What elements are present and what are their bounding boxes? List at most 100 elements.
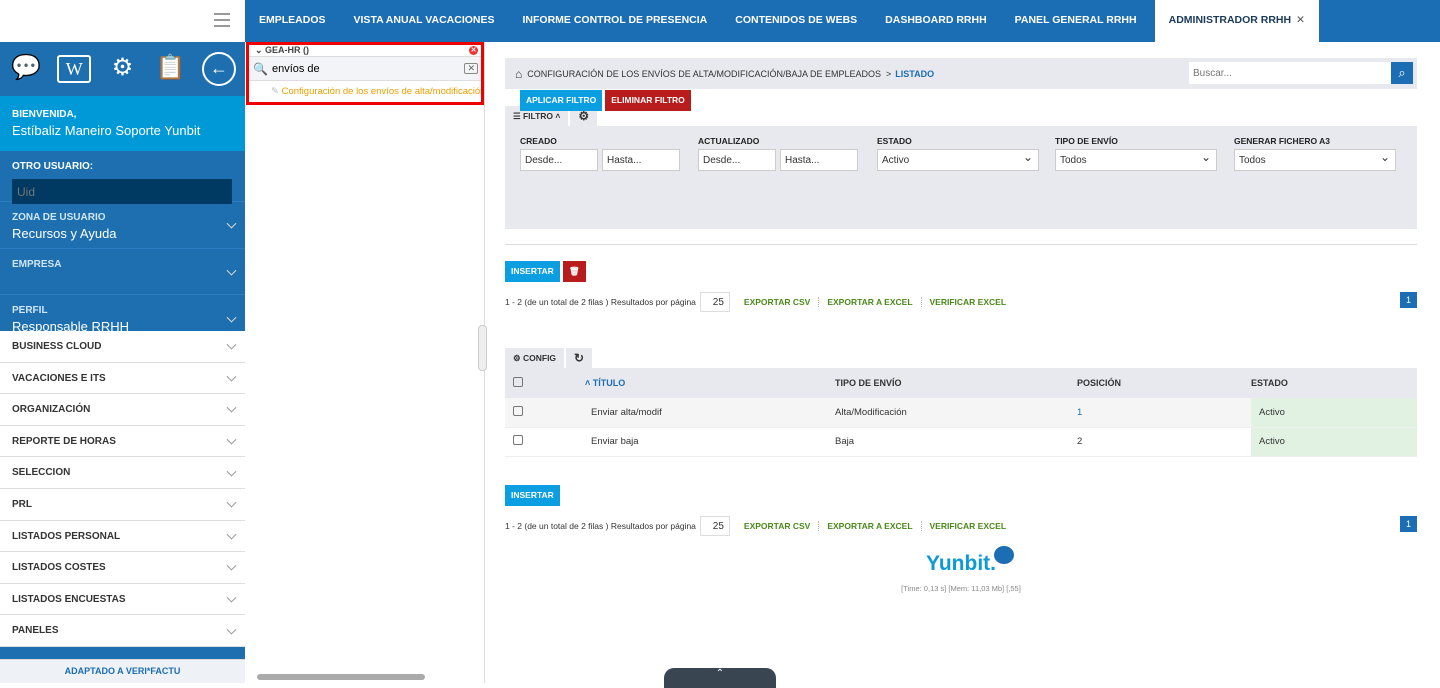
group-header[interactable]: ⌄ GEA-HR () ✕: [249, 45, 481, 57]
fichero-a3-select[interactable]: Todos: [1234, 149, 1396, 171]
clear-search-icon[interactable]: ✕: [464, 63, 478, 74]
select-all-checkbox[interactable]: [513, 377, 523, 387]
menu-organizacion[interactable]: ORGANIZACIÓN: [0, 394, 245, 426]
col-posicion[interactable]: POSICIÓN: [1077, 368, 1251, 398]
cell-posicion: 2: [1077, 427, 1251, 457]
creado-hasta-input[interactable]: Hasta...: [602, 149, 680, 171]
edit-icon: ✎: [271, 86, 282, 97]
page-1-button[interactable]: 1: [1400, 515, 1417, 532]
table-header: ˄ TÍTULO TIPO DE ENVÍO POSICIÓN ESTADO: [505, 368, 1417, 398]
wiki-icon[interactable]: W: [57, 55, 92, 83]
col-estado[interactable]: ESTADO: [1251, 368, 1417, 398]
refresh-button[interactable]: ↻: [566, 348, 593, 368]
actualizado-hasta-input[interactable]: Hasta...: [780, 149, 858, 171]
menu-prl[interactable]: PRL: [0, 489, 245, 521]
zona-usuario-selector[interactable]: ZONA DE USUARIO Recursos y Ayuda: [0, 202, 245, 249]
home-icon[interactable]: ⌂: [515, 67, 522, 81]
verify-excel-link[interactable]: VERIFICAR EXCEL: [920, 520, 1015, 531]
user-settings-icon[interactable]: ⚙: [105, 52, 139, 86]
bottom-drawer-toggle[interactable]: ⌃: [664, 668, 776, 688]
refresh-icon: ↻: [574, 351, 585, 365]
per-page-input[interactable]: 25: [699, 292, 730, 312]
panel-resize-handle[interactable]: [478, 325, 487, 371]
logo-text: Yunbit.: [926, 552, 996, 575]
uid-input[interactable]: [12, 179, 232, 204]
table-row[interactable]: Enviar alta/modif Alta/Modificación 1 Ac…: [505, 398, 1417, 428]
remove-filter-button[interactable]: ELIMINAR FILTRO: [605, 90, 691, 111]
chevron-down-icon: [226, 561, 237, 572]
tab-administrador-rrhh[interactable]: ADMINISTRADOR RRHH ✕: [1154, 0, 1319, 42]
horizontal-scrollbar[interactable]: [245, 673, 483, 681]
menu-listados-encuestas[interactable]: LISTADOS ENCUESTAS: [0, 584, 245, 616]
cell-estado: Activo: [1251, 398, 1417, 428]
search-result-link[interactable]: ✎ Configuración de los envíos de alta/mo…: [249, 81, 481, 97]
export-excel-link[interactable]: EXPORTAR A EXCEL: [818, 297, 920, 307]
empresa-selector[interactable]: EMPRESA: [0, 249, 245, 295]
table-row[interactable]: Enviar baja Baja 2 Activo: [505, 427, 1417, 457]
chevron-down-icon: [226, 624, 237, 635]
tipo-envio-select[interactable]: Todos: [1055, 149, 1217, 171]
creado-desde-input[interactable]: Desde...: [520, 149, 598, 171]
empresa-label: EMPRESA: [12, 259, 62, 270]
filter-icon: ☰: [513, 111, 523, 121]
menu-listados-personal[interactable]: LISTADOS PERSONAL: [0, 521, 245, 553]
close-tab-icon[interactable]: ✕: [1296, 14, 1305, 26]
menu-label: LISTADOS ENCUESTAS: [12, 593, 126, 605]
per-page-input[interactable]: 25: [699, 515, 730, 536]
verifactu-link[interactable]: ADAPTADO A VERI*FACTU: [0, 659, 245, 683]
chat-icon[interactable]: 💬: [9, 52, 43, 86]
col-titulo[interactable]: ˄ TÍTULO: [585, 368, 835, 398]
actualizado-desde-input[interactable]: Desde...: [698, 149, 776, 171]
row-checkbox[interactable]: [513, 405, 523, 416]
export-excel-link[interactable]: EXPORTAR A EXCEL: [818, 520, 920, 531]
search-button[interactable]: ⌕: [1391, 62, 1413, 84]
tab-dashboard-rrhh[interactable]: DASHBOARD RRHH: [871, 0, 1001, 42]
estado-label: ESTADO: [877, 136, 912, 146]
chevron-down-icon: [226, 371, 237, 382]
export-csv-link[interactable]: EXPORTAR CSV: [736, 521, 818, 531]
hamburger-menu-icon[interactable]: [214, 13, 230, 27]
breadcrumb-path[interactable]: CONFIGURACIÓN DE LOS ENVÍOS DE ALTA/MODI…: [527, 69, 881, 79]
menu-label: LISTADOS COSTES: [12, 562, 106, 574]
page-1-button[interactable]: 1: [1400, 292, 1417, 308]
menu-search-input[interactable]: [271, 62, 462, 75]
menu-label: PRL: [12, 498, 32, 510]
search-input[interactable]: [1189, 62, 1391, 84]
delete-button[interactable]: 🗑: [562, 261, 586, 282]
chevron-down-icon: [226, 529, 237, 540]
zona-value: Recursos y Ayuda: [12, 226, 117, 241]
tab-contenidos-webs[interactable]: CONTENIDOS DE WEBS: [721, 0, 871, 42]
menu-seleccion[interactable]: SELECCION: [0, 457, 245, 489]
apply-filter-button[interactable]: APLICAR FILTRO: [520, 90, 603, 111]
welcome-label: BIENVENIDA,: [12, 109, 77, 120]
chevron-down-icon: [226, 592, 237, 603]
menu-label: REPORTE DE HORAS: [12, 435, 116, 447]
export-csv-link[interactable]: EXPORTAR CSV: [736, 297, 818, 307]
tab-panel-general-rrhh[interactable]: PANEL GENERAL RRHH: [1001, 0, 1151, 42]
logo-area: [0, 0, 245, 42]
verify-excel-link[interactable]: VERIFICAR EXCEL: [920, 297, 1015, 307]
insert-button-bottom[interactable]: INSERTAR: [505, 484, 560, 506]
menu-paneles[interactable]: PANELES: [0, 615, 245, 647]
insert-button[interactable]: INSERTAR: [505, 261, 560, 282]
top-navbar: EMPLEADOS VISTA ANUAL VACACIONES INFORME…: [0, 0, 1440, 42]
close-icon[interactable]: ✕: [469, 46, 478, 55]
cell-estado: Activo: [1251, 427, 1417, 457]
menu-label: PANELES: [12, 625, 59, 637]
col-tipo-envio[interactable]: TIPO DE ENVÍO: [835, 368, 1077, 398]
estado-select[interactable]: Activo: [877, 149, 1039, 171]
clipboard-icon[interactable]: 📋: [154, 52, 188, 86]
menu-vacaciones[interactable]: VACACIONES E ITS: [0, 363, 245, 395]
menu-listados-costes[interactable]: LISTADOS COSTES: [0, 552, 245, 584]
logout-icon[interactable]: ←: [201, 52, 236, 86]
tab-vista-anual-vacaciones[interactable]: VISTA ANUAL VACACIONES: [340, 0, 509, 42]
result-label: Configuración de los envíos de alta/modi…: [281, 86, 481, 97]
menu-reporte-horas[interactable]: REPORTE DE HORAS: [0, 426, 245, 458]
footer: Yunbit. [Time: 0,13 s] [Mem: 11,03 Mb] […: [505, 546, 1417, 593]
config-button[interactable]: ⚙ CONFIG: [505, 348, 565, 368]
tab-empleados[interactable]: EMPLEADOS: [245, 0, 340, 42]
menu-business-cloud[interactable]: BUSINESS CLOUD: [0, 331, 245, 363]
tab-informe-control-presencia[interactable]: INFORME CONTROL DE PRESENCIA: [509, 0, 722, 42]
gear-icon: ⚙: [578, 109, 590, 123]
row-checkbox[interactable]: [513, 435, 523, 445]
